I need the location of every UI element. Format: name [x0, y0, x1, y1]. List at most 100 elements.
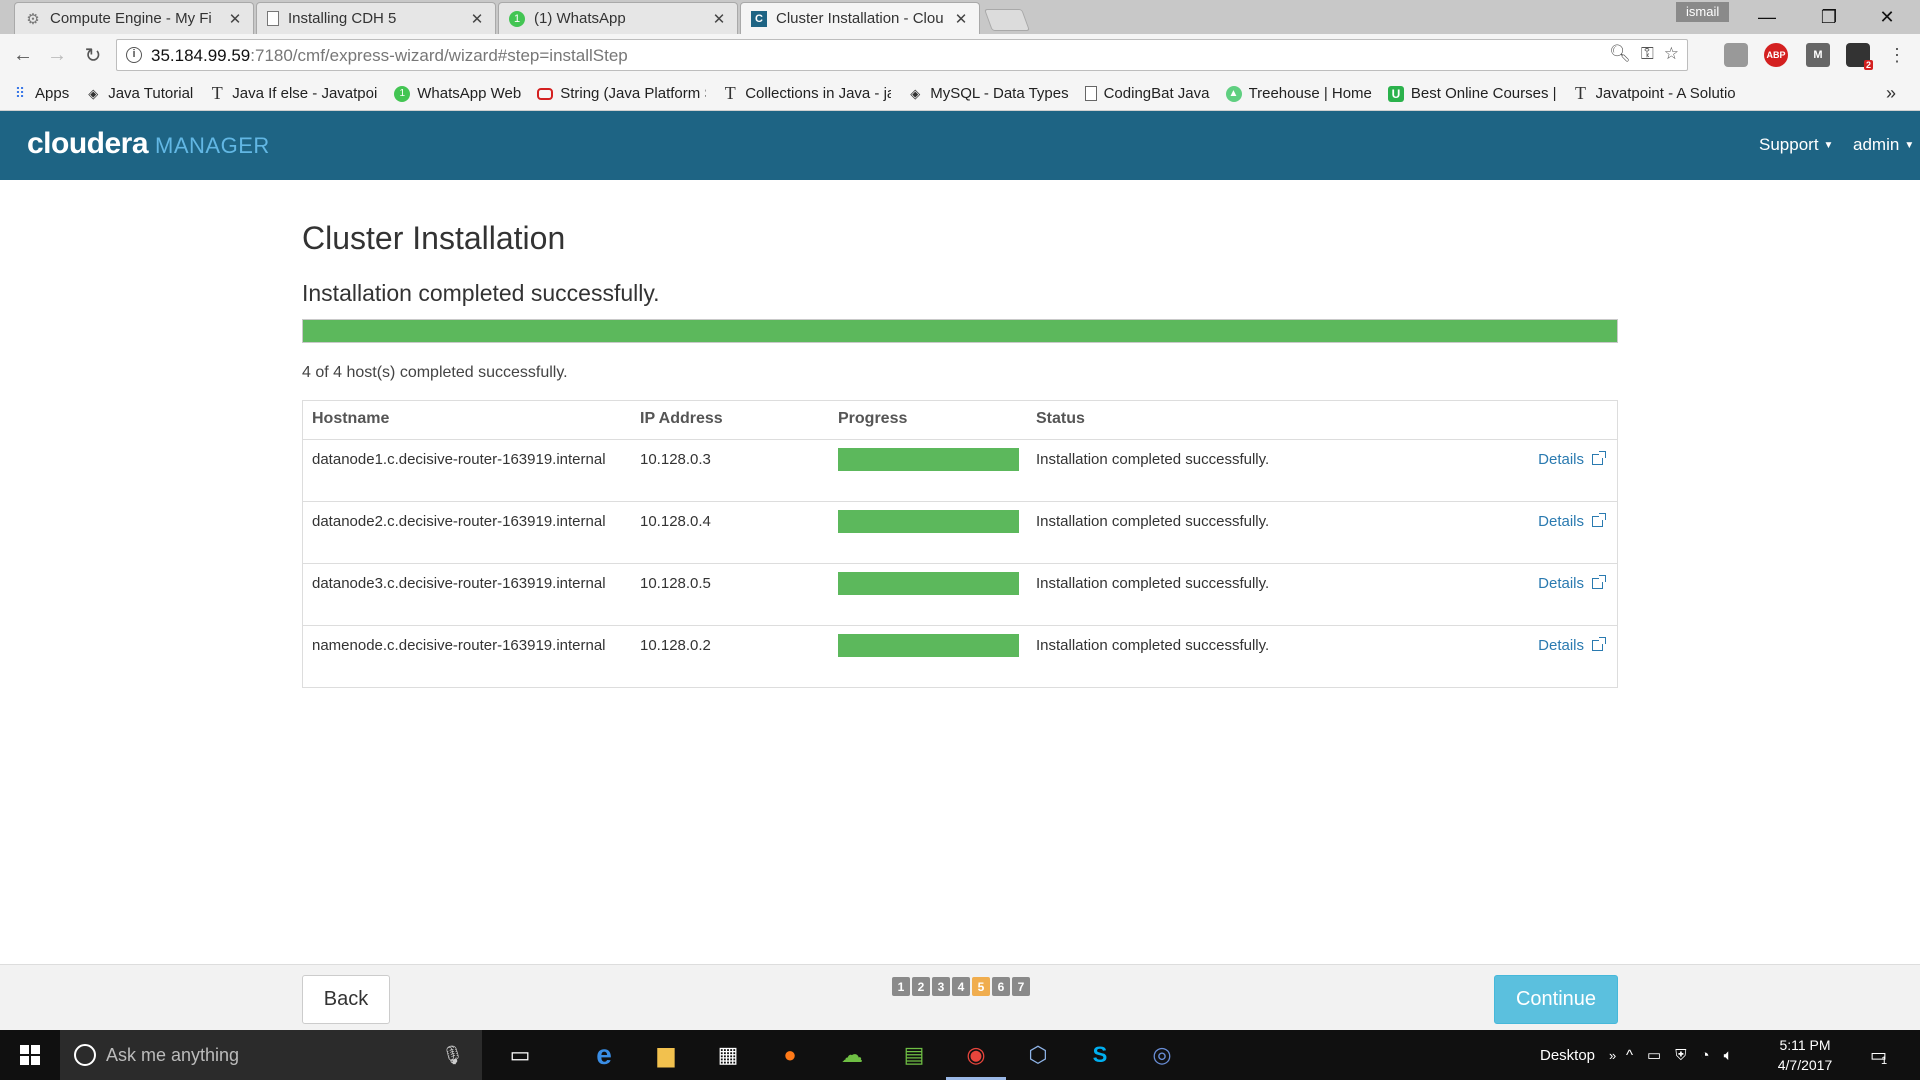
wizard-step[interactable]: 6	[992, 977, 1010, 996]
document-icon	[1084, 86, 1097, 101]
battery-icon[interactable]: ▭	[1647, 1046, 1661, 1064]
notes-icon[interactable]: ▤	[895, 1036, 933, 1074]
details-link[interactable]: Details	[1538, 513, 1606, 530]
bookmark-whatsapp-web[interactable]: 1 WhatsApp Web	[394, 85, 521, 102]
extension-badge: 2	[1863, 60, 1873, 70]
back-arrow-icon[interactable]: ←	[8, 40, 38, 70]
column-header-ip: IP Address	[640, 410, 723, 427]
volume-icon[interactable]: 🔈︎	[1724, 1047, 1733, 1064]
new-tab-button[interactable]	[983, 9, 1031, 31]
document-icon	[267, 11, 279, 26]
host-progress-bar	[838, 572, 1019, 595]
desktop-toolbar[interactable]: Desktop »	[1540, 1030, 1616, 1080]
system-tray: ^ ▭ ⛨ ◔ 🔈︎	[1626, 1030, 1733, 1080]
close-icon[interactable]: ✕	[953, 10, 969, 28]
wizard-step[interactable]: 4	[952, 977, 970, 996]
bookmark-collections-java[interactable]: T Collections in Java - ja	[722, 83, 892, 103]
details-link[interactable]: Details	[1538, 637, 1606, 654]
hostname-cell: datanode1.c.decisive-router-163919.inter…	[312, 451, 606, 468]
wizard-step[interactable]: 7	[1012, 977, 1030, 996]
profile-badge[interactable]: ismail	[1676, 2, 1730, 22]
adblock-icon[interactable]: ABP	[1764, 43, 1788, 67]
wizard-step[interactable]: 3	[932, 977, 950, 996]
restore-icon[interactable]: ❐	[1800, 0, 1858, 34]
system-clock[interactable]: 5:11 PM 4/7/2017	[1760, 1035, 1850, 1075]
tab-cluster-installation[interactable]: C Cluster Installation - Clou ✕	[740, 2, 980, 34]
app-ring-icon[interactable]: ◎	[1143, 1036, 1181, 1074]
edge-icon[interactable]: e	[585, 1036, 623, 1074]
table-row: datanode3.c.decisive-router-163919.inter…	[303, 563, 1617, 625]
bookmark-apps[interactable]: ⠿ Apps	[12, 85, 69, 102]
info-icon[interactable]: i	[126, 47, 142, 63]
bookmark-mysql-data-types[interactable]: ◈ MySQL - Data Types	[907, 85, 1068, 102]
close-icon[interactable]: ✕	[469, 10, 485, 28]
admin-menu[interactable]: admin ▼	[1853, 135, 1914, 155]
tab-installing-cdh[interactable]: Installing CDH 5 ✕	[256, 2, 496, 34]
zoom-icon[interactable]: 🔍︎	[1609, 44, 1631, 64]
tab-whatsapp[interactable]: 1 (1) WhatsApp ✕	[498, 2, 738, 34]
minimize-icon[interactable]: —	[1738, 0, 1796, 34]
start-button[interactable]	[0, 1030, 60, 1080]
file-explorer-icon[interactable]: ▆	[647, 1036, 685, 1074]
bookmark-best-online-courses[interactable]: U Best Online Courses |	[1387, 85, 1557, 102]
cortana-icon	[74, 1044, 96, 1066]
ip-cell: 10.128.0.5	[640, 575, 711, 592]
wizard-step[interactable]: 1	[892, 977, 910, 996]
address-bar[interactable]: i 35.184.99.59:7180/cmf/express-wizard/w…	[116, 39, 1688, 71]
support-menu[interactable]: Support ▼	[1759, 135, 1833, 155]
details-link[interactable]: Details	[1538, 451, 1606, 468]
firefox-icon[interactable]: ●	[771, 1036, 809, 1074]
bookmarks-overflow-icon[interactable]: »	[1886, 83, 1896, 104]
chrome-icon[interactable]: ◉	[946, 1036, 1006, 1080]
extension-m-icon[interactable]: M	[1806, 43, 1830, 67]
table-row: datanode1.c.decisive-router-163919.inter…	[303, 439, 1617, 501]
whatsapp-icon: 1	[509, 10, 525, 27]
wifi-icon[interactable]: ◔	[1701, 1047, 1710, 1064]
ip-cell: 10.128.0.3	[640, 451, 711, 468]
apps-grid-icon: ⠿	[14, 85, 26, 101]
extension-icon[interactable]	[1724, 43, 1748, 67]
bookmark-string-java[interactable]: String (Java Platform S	[537, 85, 706, 102]
tab-compute-engine[interactable]: ⚙ Compute Engine - My Fi ✕	[14, 2, 254, 34]
store-icon[interactable]: ▦	[709, 1036, 747, 1074]
task-view-icon[interactable]: ▭	[501, 1036, 539, 1074]
continue-button[interactable]: Continue	[1494, 975, 1618, 1024]
status-cell: Installation completed successfully.	[1036, 513, 1270, 530]
chevron-icon[interactable]: »	[1609, 1048, 1616, 1063]
status-cell: Installation completed successfully.	[1036, 575, 1270, 592]
star-icon[interactable]: ☆	[1664, 44, 1679, 64]
key-icon[interactable]: ⚿	[1641, 44, 1654, 64]
bookmark-treehouse[interactable]: ▲ Treehouse | Home	[1225, 85, 1372, 102]
menu-kebab-icon[interactable]: ⋮	[1882, 40, 1912, 70]
ip-cell: 10.128.0.2	[640, 637, 711, 654]
action-center-icon[interactable]: ▭ 1	[1870, 1030, 1887, 1080]
reload-icon[interactable]: ↻	[78, 40, 108, 70]
microphone-icon[interactable]: 🎙︎	[441, 1045, 464, 1066]
back-button[interactable]: Back	[302, 975, 390, 1024]
url-text[interactable]: 35.184.99.59:7180/cmf/express-wizard/wiz…	[151, 46, 628, 66]
wizard-step[interactable]: 5	[972, 977, 990, 996]
diamond-icon: ◈	[910, 85, 921, 101]
window-close-icon[interactable]: ✕	[1858, 0, 1916, 34]
wizard-step[interactable]: 2	[912, 977, 930, 996]
close-icon[interactable]: ✕	[227, 10, 243, 28]
show-hidden-icons-icon[interactable]: ^	[1626, 1047, 1633, 1064]
windows-taskbar: Ask me anything 🎙︎ ▭ e ▆ ▦ ● ☁ ▤ ◉ ⬡ S ◎…	[0, 1030, 1920, 1080]
cloudera-manager-logo[interactable]: cloudera MANAGER	[27, 127, 270, 161]
shield-icon[interactable]: ⛨	[1675, 1047, 1686, 1064]
host-progress-bar	[838, 448, 1019, 471]
bookmark-codingbat[interactable]: CodingBat Java	[1084, 85, 1210, 102]
extension-notify-icon[interactable]: 2	[1846, 43, 1873, 70]
cortana-search[interactable]: Ask me anything 🎙︎	[60, 1030, 482, 1080]
app-green-icon[interactable]: ☁	[833, 1036, 871, 1074]
bookmark-java-tutorial[interactable]: ◈ Java Tutorial	[85, 85, 193, 102]
skype-icon[interactable]: S	[1081, 1036, 1119, 1074]
t-icon: T	[724, 83, 736, 103]
bookmark-javatpoint[interactable]: T Javatpoint - A Solutio	[1573, 83, 1742, 103]
close-icon[interactable]: ✕	[711, 10, 727, 28]
notification-count: 1	[1881, 1055, 1888, 1067]
forward-arrow-icon[interactable]: →	[42, 40, 72, 70]
virtualbox-icon[interactable]: ⬡	[1019, 1036, 1057, 1074]
details-link[interactable]: Details	[1538, 575, 1606, 592]
bookmark-java-if-else[interactable]: T Java If else - Javatpoir	[209, 83, 379, 103]
